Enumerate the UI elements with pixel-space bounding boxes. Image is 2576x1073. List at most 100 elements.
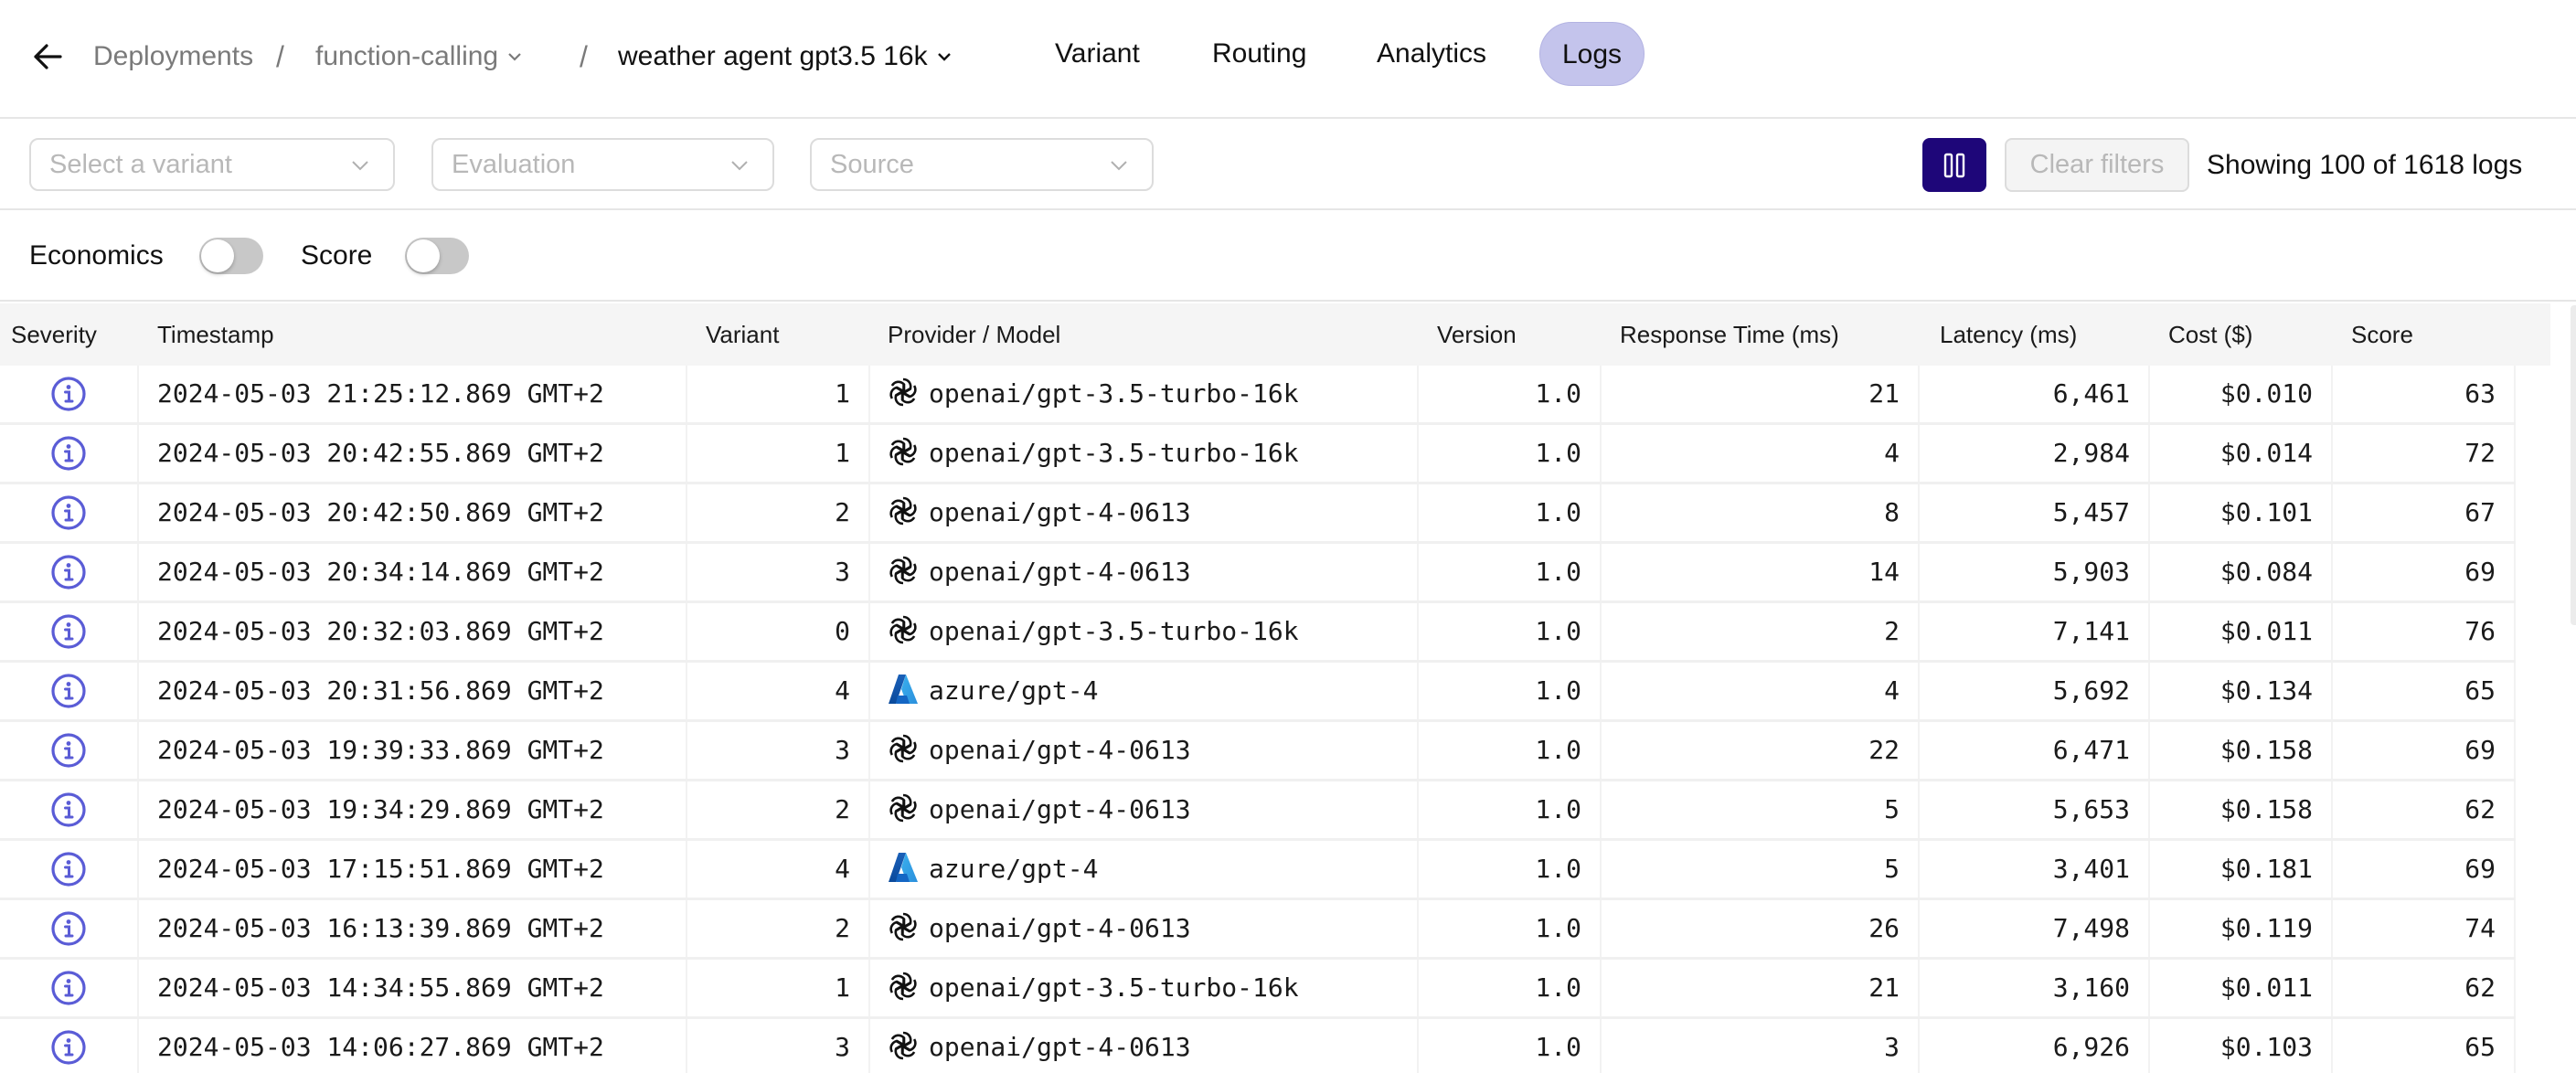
evaluation-select[interactable]: Evaluation [431,138,774,191]
column-header-latency[interactable]: Latency (ms) [1929,303,2077,366]
pause-live-button[interactable] [1922,138,1986,192]
tab-label: Variant [1055,38,1140,69]
table-row[interactable]: 2024-05-03 20:42:55.869 GMT+2 1 openai/g… [0,425,2516,484]
openai-icon [887,1031,920,1060]
tab-routing[interactable]: Routing [1190,22,1328,86]
log-count-text: Showing 100 of 1618 logs [2207,150,2523,180]
source-select-placeholder: Source [830,149,914,179]
breadcrumb-deployments[interactable]: Deployments [93,38,253,75]
timestamp-cell: 2024-05-03 19:34:29.869 GMT+2 [139,781,687,838]
provider-model-cell: openai/gpt-4-0613 [870,781,1419,838]
back-button[interactable] [27,37,68,77]
model-name: azure/gpt-4 [929,675,1099,706]
score-cell: 69 [2333,841,2516,898]
variant-cell: 3 [687,722,870,779]
breadcrumb-separator: / [580,40,588,73]
model-name: openai/gpt-4-0613 [929,735,1191,765]
info-icon [51,555,86,590]
response-time-cell: 22 [1602,722,1920,779]
severity-cell [0,722,139,779]
breadcrumb-project[interactable]: function-calling [315,38,522,75]
column-header-severity[interactable]: Severity [0,303,97,366]
variant-cell: 3 [687,544,870,600]
column-header-response-time[interactable]: Response Time (ms) [1609,303,1839,366]
column-toggles: Economics Score [0,210,2576,302]
variant-select[interactable]: Select a variant [29,138,395,191]
column-header-score[interactable]: Score [2340,303,2413,366]
latency-cell: 7,141 [1920,603,2150,660]
model-name: openai/gpt-3.5-turbo-16k [929,438,1299,468]
variant-cell: 4 [687,663,870,719]
version-cell: 1.0 [1419,900,1602,957]
table-row[interactable]: 2024-05-03 19:34:29.869 GMT+2 2 openai/g… [0,781,2516,841]
table-row[interactable]: 2024-05-03 19:39:33.869 GMT+2 3 openai/g… [0,722,2516,781]
column-header-cost[interactable]: Cost ($) [2157,303,2252,366]
table-row[interactable]: 2024-05-03 16:13:39.869 GMT+2 2 openai/g… [0,900,2516,960]
azure-logo [885,671,921,707]
table-row[interactable]: 2024-05-03 20:32:03.869 GMT+2 0 openai/g… [0,603,2516,663]
table-row[interactable]: 2024-05-03 17:15:51.869 GMT+2 4 azure/gp… [0,841,2516,900]
cost-cell: $0.084 [2150,544,2333,600]
column-header-timestamp[interactable]: Timestamp [146,303,274,366]
timestamp-cell: 2024-05-03 14:06:27.869 GMT+2 [139,1019,687,1073]
table-row[interactable]: 2024-05-03 20:31:56.869 GMT+2 4 azure/gp… [0,663,2516,722]
cost-cell: $0.158 [2150,781,2333,838]
openai-icon [887,437,920,466]
vertical-scrollbar[interactable] [2571,305,2576,625]
version-cell: 1.0 [1419,960,1602,1016]
clear-filters-button[interactable]: Clear filters [2005,138,2189,192]
response-time-cell: 14 [1602,544,1920,600]
info-icon [51,495,86,530]
score-cell: 65 [2333,663,2516,719]
tab-analytics[interactable]: Analytics [1355,22,1508,86]
table-row[interactable]: 2024-05-03 21:25:12.869 GMT+2 1 openai/g… [0,366,2516,425]
variant-cell: 2 [687,900,870,957]
tab-label: Analytics [1377,38,1487,69]
info-icon [51,436,86,471]
info-icon [51,792,86,827]
severity-cell [0,603,139,660]
response-time-cell: 3 [1602,1019,1920,1073]
score-cell: 76 [2333,603,2516,660]
score-cell: 67 [2333,484,2516,541]
response-time-cell: 5 [1602,781,1920,838]
openai-icon [887,556,920,585]
breadcrumb-separator: / [276,40,284,73]
cost-cell: $0.101 [2150,484,2333,541]
top-navigation-bar: Deployments / function-calling / weather… [0,0,2576,119]
response-time-cell: 21 [1602,960,1920,1016]
provider-model-cell: openai/gpt-4-0613 [870,1019,1419,1073]
variant-cell: 4 [687,841,870,898]
response-time-cell: 2 [1602,603,1920,660]
provider-model-cell: azure/gpt-4 [870,841,1419,898]
tab-variant[interactable]: Variant [1033,22,1162,86]
tab-logs[interactable]: Logs [1539,22,1645,86]
version-cell: 1.0 [1419,603,1602,660]
column-header-provider-model[interactable]: Provider / Model [877,303,1060,366]
table-row[interactable]: 2024-05-03 14:06:27.869 GMT+2 3 openai/g… [0,1019,2516,1073]
variant-cell: 3 [687,1019,870,1073]
version-cell: 1.0 [1419,484,1602,541]
openai-icon [887,377,920,407]
openai-logo [885,908,921,945]
breadcrumb-deployment[interactable]: weather agent gpt3.5 16k [618,38,952,75]
table-row[interactable]: 2024-05-03 20:34:14.869 GMT+2 3 openai/g… [0,544,2516,603]
score-toggle[interactable] [405,238,469,274]
info-icon [51,733,86,768]
column-header-variant[interactable]: Variant [695,303,779,366]
timestamp-cell: 2024-05-03 19:39:33.869 GMT+2 [139,722,687,779]
arrow-left-icon [34,44,62,69]
provider-model-cell: openai/gpt-3.5-turbo-16k [870,603,1419,660]
cost-cell: $0.119 [2150,900,2333,957]
response-time-cell: 26 [1602,900,1920,957]
model-name: azure/gpt-4 [929,854,1099,884]
severity-cell [0,1019,139,1073]
column-header-version[interactable]: Version [1426,303,1517,366]
table-row[interactable]: 2024-05-03 14:34:55.869 GMT+2 1 openai/g… [0,960,2516,1019]
info-icon [51,971,86,1005]
toggle-knob [201,239,234,272]
table-row[interactable]: 2024-05-03 20:42:50.869 GMT+2 2 openai/g… [0,484,2516,544]
version-cell: 1.0 [1419,425,1602,482]
source-select[interactable]: Source [810,138,1154,191]
economics-toggle[interactable] [199,238,263,274]
